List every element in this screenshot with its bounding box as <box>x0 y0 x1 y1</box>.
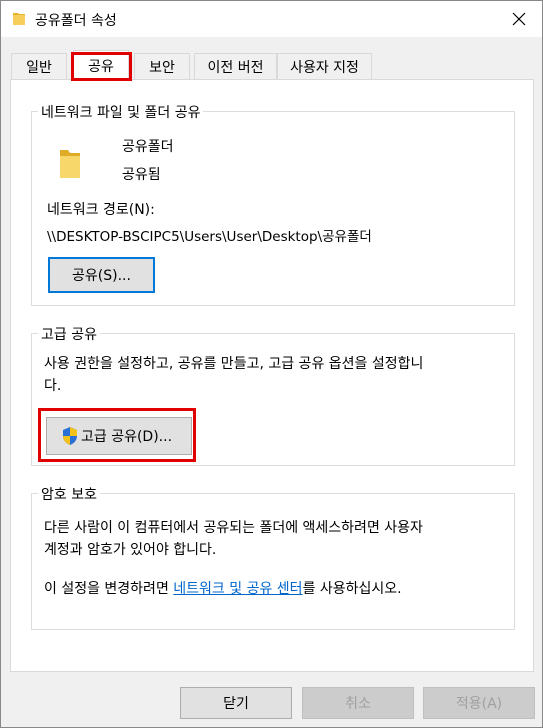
tab-general-label: 일반 <box>26 59 52 76</box>
tab-previous-versions-label: 이전 버전 <box>207 59 264 76</box>
password-settings-prefix: 이 설정을 변경하려면 <box>44 581 174 597</box>
properties-window: 공유폴더 속성 일반 공유 보안 이전 버전 사용자 지정 네트워크 파일 및 … <box>0 0 543 728</box>
cancel-label: 취소 <box>345 696 371 712</box>
network-sharing-center-link[interactable]: 네트워크 및 공유 센터 <box>173 581 302 597</box>
network-path-value: \\DESKTOP-BSCIPC5\Users\User\Desktop\공유폴… <box>47 229 372 245</box>
tab-general[interactable]: 일반 <box>11 53 67 79</box>
advanced-share-desc-line1: 사용 권한을 설정하고, 공유를 만들고, 고급 공유 옵션을 설정합니 <box>44 356 424 372</box>
apply-label: 적용(A) <box>455 696 503 712</box>
advanced-share-desc-line2: 다. <box>44 378 62 394</box>
network-share-title: 네트워크 파일 및 폴더 공유 <box>38 102 204 122</box>
tab-sharing-label: 공유 <box>88 58 114 75</box>
close-dialog-button[interactable]: 닫기 <box>180 687 292 719</box>
network-path-label: 네트워크 경로(N): <box>47 202 155 218</box>
tab-security-label: 보안 <box>149 59 175 76</box>
password-settings-text: 이 설정을 변경하려면 네트워크 및 공유 센터를 사용하십시오. <box>44 578 402 598</box>
tab-previous-versions[interactable]: 이전 버전 <box>194 53 277 79</box>
password-protection-group: 암호 보호 다른 사람이 이 컴퓨터에서 공유되는 폴더에 액세스하려면 사용자… <box>31 484 515 630</box>
window-title: 공유폴더 속성 <box>35 13 117 29</box>
share-button[interactable]: 공유(S)... <box>48 257 155 293</box>
advanced-share-title: 고급 공유 <box>38 324 100 344</box>
close-button[interactable] <box>496 1 542 37</box>
advanced-share-button[interactable]: 고급 공유(D)... <box>46 417 192 455</box>
sharing-panel: 네트워크 파일 및 폴더 공유 공유폴더 공유됨 네트워크 경로(N): \\D… <box>10 79 534 672</box>
close-dialog-label: 닫기 <box>223 696 249 712</box>
password-desc-line2: 계정과 암호가 있어야 합니다. <box>44 542 217 558</box>
password-protection-title: 암호 보호 <box>38 484 100 504</box>
tab-security[interactable]: 보안 <box>134 53 190 79</box>
folder-icon <box>13 13 25 25</box>
cancel-button[interactable]: 취소 <box>302 687 414 719</box>
close-icon <box>512 12 526 26</box>
network-share-group: 네트워크 파일 및 폴더 공유 공유폴더 공유됨 네트워크 경로(N): \\D… <box>31 102 515 306</box>
apply-button[interactable]: 적용(A) <box>423 687 535 719</box>
password-desc-line1: 다른 사람이 이 컴퓨터에서 공유되는 폴더에 액세스하려면 사용자 <box>44 520 423 536</box>
tab-sharing[interactable]: 공유 <box>73 50 129 80</box>
folder-name: 공유폴더 <box>122 139 174 155</box>
tab-customize-label: 사용자 지정 <box>290 59 359 76</box>
title-bar[interactable]: 공유폴더 속성 <box>1 1 542 37</box>
tab-customize[interactable]: 사용자 지정 <box>277 53 372 79</box>
shield-icon <box>63 427 77 445</box>
folder-icon <box>60 150 80 178</box>
password-settings-suffix: 를 사용하십시오. <box>302 581 402 597</box>
share-button-label: 공유(S)... <box>72 268 131 284</box>
advanced-share-group: 고급 공유 사용 권한을 설정하고, 공유를 만들고, 고급 공유 옵션을 설정… <box>31 324 515 466</box>
advanced-share-button-label: 고급 공유(D)... <box>81 429 173 445</box>
share-status: 공유됨 <box>122 167 161 183</box>
